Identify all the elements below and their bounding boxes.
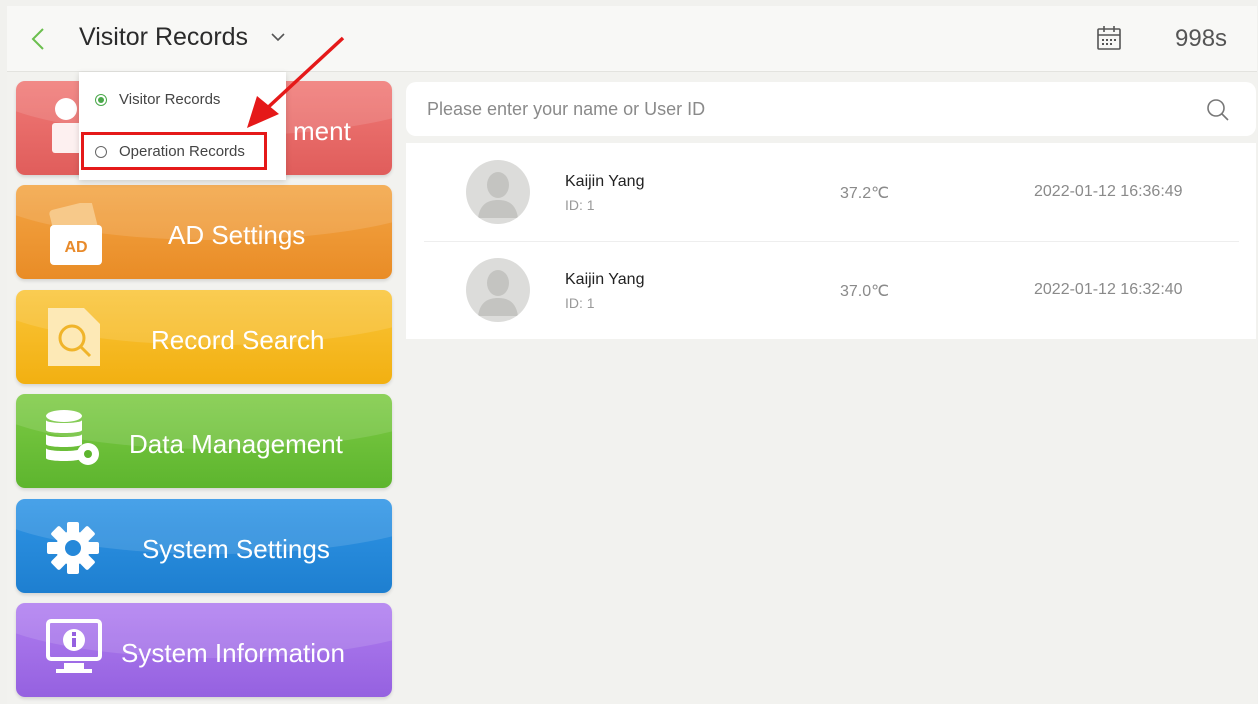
radio-unselected-icon [95,146,107,158]
dropdown-option-visitor-records[interactable]: Visitor Records [79,80,286,120]
radio-selected-icon [95,94,107,106]
avatar [466,258,530,322]
dropdown-option-label: Visitor Records [119,91,221,108]
person-placeholder-icon [478,172,518,218]
app-frame: Visitor Records 998s ment AD AD Settings… [7,6,1257,704]
visitor-temperature: 37.0℃ [840,283,890,300]
sidebar-item-system-settings[interactable]: System Settings [16,499,392,593]
dropdown-option-label: Operation Records [119,143,245,160]
chevron-down-icon[interactable] [269,28,287,46]
visit-time: 2022-01-12 16:36:49 [1034,183,1183,200]
header: Visitor Records 998s [7,6,1257,72]
sidebar-item-label: Data Management [129,429,343,459]
page-title[interactable]: Visitor Records [79,23,248,52]
sidebar-item-label: System Settings [142,534,330,564]
visitor-id: ID: 1 [565,295,595,311]
sidebar-item-system-information[interactable]: System Information [16,603,392,697]
list-item[interactable]: Kaijin Yang ID: 1 37.2℃ 2022-01-12 16:36… [406,143,1256,241]
monitor-info-icon [46,619,102,673]
ad-icon-text: AD [64,239,87,256]
back-arrow-icon[interactable] [27,24,51,54]
sidebar-item-ad-settings[interactable]: AD AD Settings [16,185,392,279]
visitor-name: Kaijin Yang [565,271,645,288]
sidebar-item-record-search[interactable]: Record Search [16,290,392,384]
sidebar-item-label: System Information [121,638,345,668]
search-icon[interactable] [1205,97,1231,123]
record-type-dropdown: Visitor Records Operation Records [79,72,286,180]
visitor-temperature: 37.2℃ [840,185,890,202]
sidebar-item-data-management[interactable]: Data Management [16,394,392,488]
avatar [466,160,530,224]
visitor-records-list: Kaijin Yang ID: 1 37.2℃ 2022-01-12 16:36… [406,143,1256,339]
list-item[interactable]: Kaijin Yang ID: 1 37.0℃ 2022-01-12 16:32… [406,241,1256,339]
sidebar-item-label: Record Search [151,325,325,355]
ad-icon: AD [49,203,102,265]
visitor-name: Kaijin Yang [565,173,645,190]
search-bar [406,82,1256,136]
search-input[interactable] [427,96,1167,122]
sidebar-item-label: AD Settings [168,220,306,250]
visit-time: 2022-01-12 16:32:40 [1034,281,1183,298]
dropdown-option-operation-records[interactable]: Operation Records [79,132,286,172]
sidebar-item-label: ment [293,116,351,146]
database-gear-icon [46,410,99,465]
gear-icon [47,522,99,574]
record-search-icon [48,308,100,366]
person-placeholder-icon [478,270,518,316]
visitor-id: ID: 1 [565,197,595,213]
countdown-timer: 998s [1175,25,1228,52]
calendar-icon[interactable] [1096,25,1122,51]
